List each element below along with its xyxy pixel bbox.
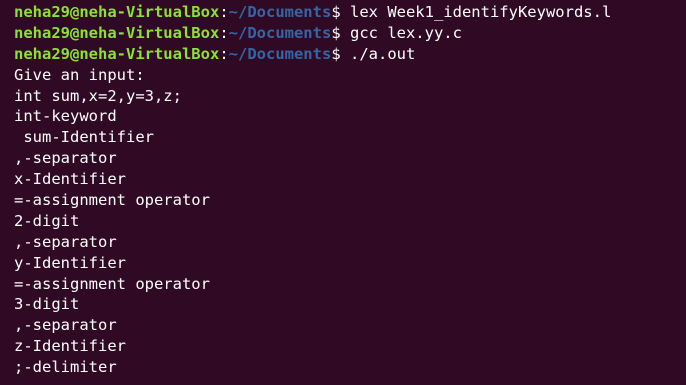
output-line: ,-separator [14, 232, 117, 251]
prompt-path: ~/Documents [228, 44, 332, 63]
output-line: y-Identifier [14, 253, 126, 272]
output-line: =-assignment operator [14, 191, 210, 210]
output-line: Give an input: [14, 65, 145, 84]
prompt-path: ~/Documents [228, 3, 332, 21]
prompt-user-host: neha29@neha-VirtualBox [14, 44, 220, 63]
command-text: ./a.out [340, 44, 416, 63]
prompt-colon: : [219, 23, 229, 42]
terminal-window[interactable]: neha29@neha-VirtualBox:~/Documents$ lex … [0, 0, 686, 385]
prompt-line-3: neha29@neha-VirtualBox:~/Documents$ ./a.… [14, 44, 686, 65]
output-line: 3-digit [14, 295, 80, 314]
output-line: int sum,x=2,y=3,z; [14, 86, 182, 105]
output-line: =-assignment operator [14, 274, 210, 293]
prompt-line-1: neha29@neha-VirtualBox:~/Documents$ lex … [14, 2, 686, 23]
output-line: ,-separator [14, 149, 117, 168]
output-line: 2-digit [14, 211, 80, 230]
prompt-user-host: neha29@neha-VirtualBox [14, 3, 220, 21]
prompt-dollar: $ [331, 23, 341, 42]
command-text: gcc lex.yy.c [340, 23, 462, 42]
prompt-dollar: $ [331, 44, 341, 63]
prompt-dollar: $ [331, 3, 341, 21]
output-line: sum-Identifier [14, 128, 154, 147]
prompt-line-2: neha29@neha-VirtualBox:~/Documents$ gcc … [14, 23, 686, 44]
prompt-colon: : [219, 44, 229, 63]
prompt-colon: : [219, 3, 229, 21]
output-line: z-Identifier [14, 337, 126, 356]
output-line: x-Identifier [14, 170, 126, 189]
output-line: ,-separator [14, 316, 117, 335]
output-line: ;-delimiter [14, 358, 117, 377]
prompt-user-host: neha29@neha-VirtualBox [14, 23, 220, 42]
output-line: int-keyword [14, 107, 117, 126]
prompt-path: ~/Documents [228, 23, 332, 42]
command-text: lex Week1_identifyKeywords.l [340, 3, 612, 21]
